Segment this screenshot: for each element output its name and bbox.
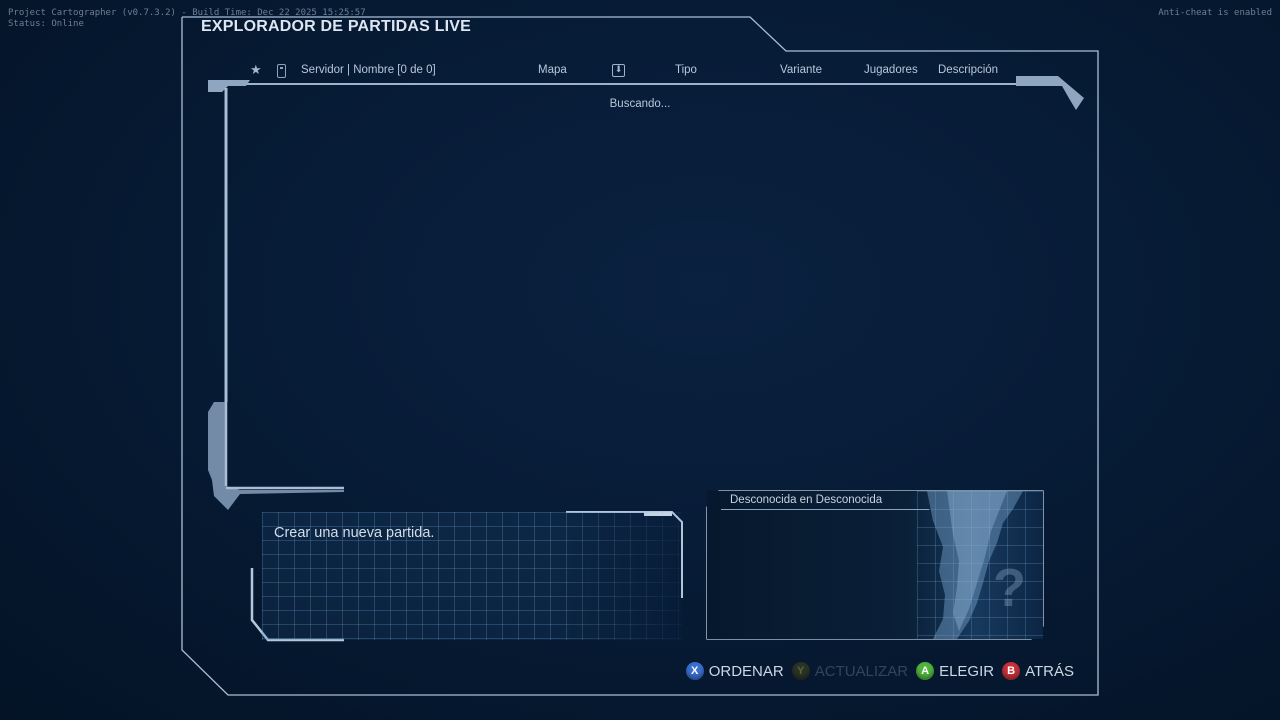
x-button-icon: X: [685, 662, 704, 680]
prompt-label: ORDENAR: [708, 662, 784, 680]
sort-down-icon[interactable]: ⬇: [612, 64, 625, 77]
a-button-icon: A: [916, 662, 935, 680]
column-players[interactable]: Jugadores: [864, 64, 918, 76]
create-game-label: Crear una nueva partida.: [274, 525, 435, 541]
server-icon[interactable]: [277, 64, 286, 78]
prompt-label: ATRÁS: [1025, 662, 1074, 680]
button-prompts: X ORDENAR Y ACTUALIZAR A ELEGIR B ATRÁS: [682, 662, 1074, 680]
star-icon[interactable]: ★: [250, 63, 262, 78]
search-status: Buscando...: [609, 98, 671, 110]
prompt-a-button[interactable]: A ELEGIR: [916, 662, 994, 680]
create-game-button[interactable]: Crear una nueva partida.: [252, 512, 682, 642]
column-type[interactable]: Tipo: [675, 64, 697, 76]
column-server-name[interactable]: Servidor | Nombre [0 de 0]: [301, 64, 436, 76]
question-mark-icon: ?: [993, 558, 1026, 618]
prompt-label: ACTUALIZAR: [814, 662, 909, 680]
prompt-y-button[interactable]: Y ACTUALIZAR: [791, 662, 909, 680]
prompt-b-button[interactable]: B ATRÁS: [1002, 662, 1074, 680]
map-preview: Desconocida en Desconocida ?: [707, 491, 1043, 639]
prompt-label: ELEGIR: [939, 662, 995, 680]
page-title: EXPLORADOR DE PARTIDAS LIVE: [201, 18, 472, 35]
y-button-icon: Y: [791, 662, 810, 680]
b-button-icon: B: [1002, 662, 1021, 680]
prompt-x-button[interactable]: X ORDENAR: [685, 662, 784, 680]
column-map[interactable]: Mapa: [538, 64, 567, 76]
column-variant[interactable]: Variante: [780, 64, 822, 76]
map-caption: Desconocida en Desconocida: [730, 494, 883, 506]
column-description[interactable]: Descripción: [938, 64, 998, 76]
caption-underline: [721, 509, 929, 510]
